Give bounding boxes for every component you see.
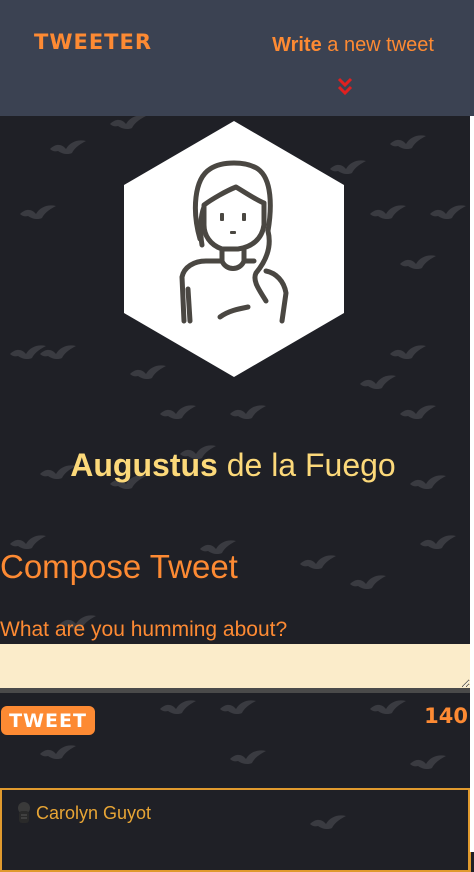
double-chevron-down-icon[interactable]	[336, 76, 354, 98]
page-edge	[470, 116, 474, 852]
compose-tweet-label: What are you humming about?	[0, 618, 288, 641]
brand-logo[interactable]: TWEETER	[34, 30, 152, 54]
profile-name: Augustus de la Fuego	[0, 447, 466, 484]
write-new-tweet-link[interactable]: Write a new tweet	[272, 34, 434, 57]
compose-tweet-heading: Compose Tweet	[0, 548, 238, 585]
tweet-text-input[interactable]	[0, 644, 470, 693]
write-link-rest: a new tweet	[321, 34, 434, 56]
profile-last-name: de la Fuego	[217, 447, 396, 483]
tweet-card: Carolyn Guyot	[0, 788, 471, 872]
tweet-submit-button[interactable]: TWEET	[1, 706, 95, 735]
profile-first-name: Augustus	[70, 447, 218, 483]
write-link-strong: Write	[272, 34, 322, 56]
character-counter: 140	[424, 704, 468, 728]
tweet-author-name[interactable]: Carolyn Guyot	[36, 803, 151, 824]
top-nav-bar: TWEETER Write a new tweet	[0, 0, 474, 116]
profile-avatar	[122, 121, 346, 377]
user-avatar-icon	[124, 121, 344, 377]
user-avatar-icon	[16, 801, 32, 825]
